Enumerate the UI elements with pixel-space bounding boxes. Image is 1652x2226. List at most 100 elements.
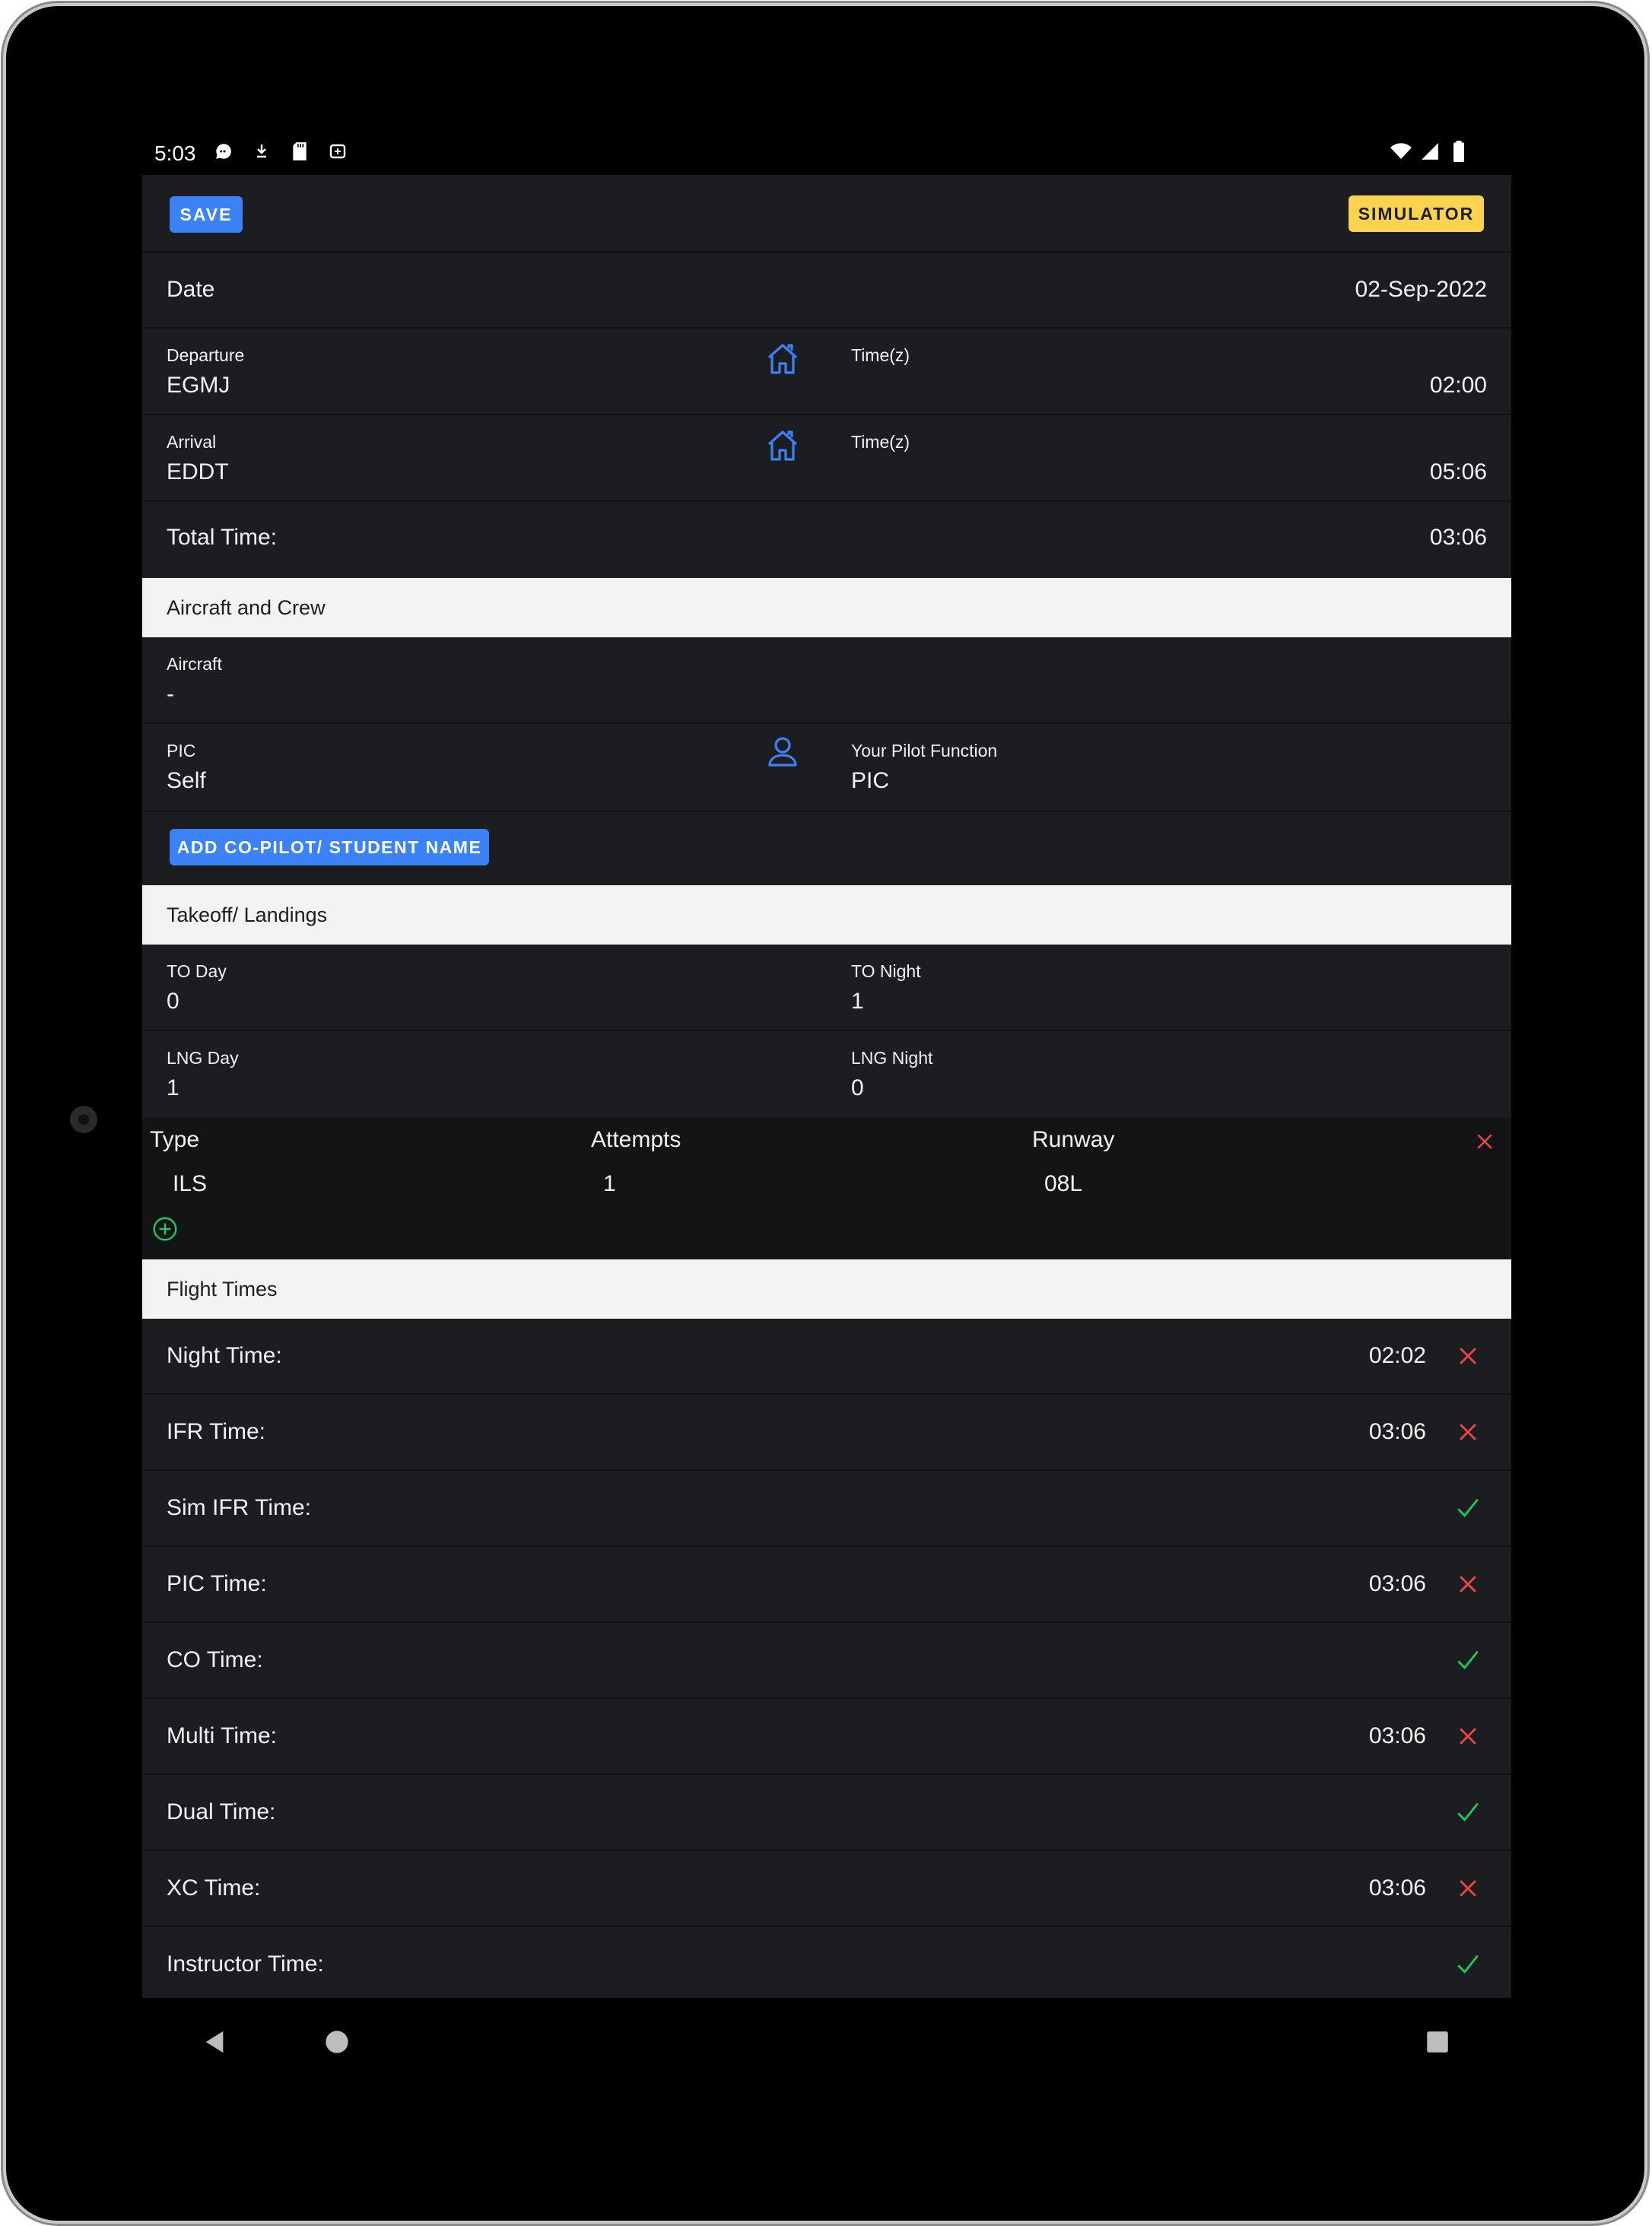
clear-multi-time-icon[interactable] [1455,1723,1481,1749]
aircraft-row[interactable]: Aircraft - [142,637,1511,724]
clear-xc-time-icon[interactable] [1455,1875,1481,1901]
aircraft-label: Aircraft [167,654,222,674]
toolbar: SAVE SIMULATOR [142,175,1511,252]
flight-time-row: CO Time: [142,1623,1511,1699]
to-night-value[interactable]: 1 [851,989,864,1015]
home-icon[interactable] [764,341,801,381]
arrival-time-label: Time(z) [851,432,910,452]
to-night-label: TO Night [851,961,921,981]
departure-value[interactable]: EGMJ [167,373,230,399]
clear-night-time-icon[interactable] [1455,1343,1481,1369]
apply-co-time-icon[interactable] [1455,1647,1481,1673]
approach-runway-header: Runway [1032,1127,1115,1152]
simulator-button[interactable]: SIMULATOR [1349,195,1484,232]
pic-time-label: PIC Time: [167,1571,267,1596]
arrival-label: Arrival [167,432,217,452]
to-day-value[interactable]: 0 [167,989,179,1015]
total-time-row: Total Time: 03:06 [142,502,1511,578]
status-icons [212,140,349,163]
multi-time-value[interactable]: 03:06 [1369,1723,1426,1749]
section-aircraft-crew: Aircraft and Crew [142,578,1511,637]
date-label: Date [167,277,215,302]
notification-icon [326,140,349,163]
apply-dual-time-icon[interactable] [1455,1799,1481,1825]
co-time-label: CO Time: [167,1647,263,1672]
total-time-label: Total Time: [167,525,278,550]
add-copilot-button[interactable]: ADD CO-PILOT/ STUDENT NAME [170,829,489,865]
signal-icon [1418,140,1441,163]
departure-label: Departure [167,345,245,365]
recents-icon[interactable] [1426,2031,1449,2057]
pic-label: PIC [167,741,196,761]
person-icon[interactable] [764,733,801,773]
takeoff-row: TO Day 0 TO Night 1 [142,945,1511,1031]
add-copilot-row: ADD CO-PILOT/ STUDENT NAME [142,811,1511,885]
clear-pic-time-icon[interactable] [1455,1571,1481,1597]
home-icon[interactable] [764,427,801,468]
remove-approach-icon[interactable] [1473,1130,1496,1157]
flight-time-row: Dual Time: [142,1775,1511,1851]
navigation-bar [142,1998,1511,2089]
apply-instructor-time-icon[interactable] [1455,1951,1481,1977]
approach-runway-value[interactable]: 08L [1044,1171,1082,1197]
back-icon[interactable] [202,2028,227,2059]
xc-time-value[interactable]: 03:06 [1369,1875,1426,1901]
flight-time-row: XC Time: 03:06 [142,1851,1511,1927]
to-day-label: TO Day [167,961,227,981]
arrival-row: Arrival EDDT Time(z) 05:06 [142,415,1511,502]
flight-entry-form: SAVE SIMULATOR Date 02-Sep-2022 Departur… [142,175,1511,1998]
arrival-time-value[interactable]: 05:06 [1430,459,1487,485]
flight-time-row: IFR Time: 03:06 [142,1395,1511,1471]
aircraft-value[interactable]: - [167,681,174,707]
pic-time-value[interactable]: 03:06 [1369,1571,1426,1597]
departure-time-value[interactable]: 02:00 [1430,373,1487,399]
status-bar: 5:03 [142,129,1511,175]
chat-icon [212,140,235,163]
add-approach-icon[interactable] [151,1215,179,1246]
instructor-time-label: Instructor Time: [167,1951,324,1977]
sim-ifr-time-label: Sim IFR Time: [167,1495,312,1520]
pilot-function-label: Your Pilot Function [851,741,998,761]
pic-row: PIC Self Your Pilot Function PIC [142,724,1511,811]
lng-day-label: LNG Day [167,1048,239,1068]
approach-type-value[interactable]: ILS [173,1171,207,1197]
flight-time-row: Night Time: 02:02 [142,1319,1511,1395]
flight-time-row: Instructor Time: [142,1927,1511,1998]
flight-time-row: PIC Time: 03:06 [142,1547,1511,1623]
screen: 5:03 SAVE SIMULATOR Date 02-Sep-2022 Dep… [142,129,1511,1998]
flight-time-row: Multi Time: 03:06 [142,1699,1511,1775]
arrival-value[interactable]: EDDT [167,459,229,485]
dual-time-label: Dual Time: [167,1799,276,1824]
battery-icon [1447,140,1470,163]
lng-night-label: LNG Night [851,1048,933,1068]
pic-value[interactable]: Self [167,768,206,794]
status-right [1390,140,1470,163]
approach-attempts-header: Attempts [591,1127,681,1152]
home-nav-icon[interactable] [325,2030,349,2058]
total-time-value: 03:06 [1429,525,1487,550]
departure-time-label: Time(z) [851,345,910,365]
flight-time-row: Sim IFR Time: [142,1471,1511,1547]
night-time-value[interactable]: 02:02 [1369,1343,1426,1369]
approach-type-header: Type [150,1127,200,1152]
approaches-block: Type Attempts Runway ILS 1 08L [142,1118,1511,1259]
approach-attempts-value[interactable]: 1 [603,1171,616,1197]
wifi-icon [1390,140,1412,163]
clear-ifr-time-icon[interactable] [1455,1419,1481,1445]
ifr-time-value[interactable]: 03:06 [1369,1419,1426,1445]
pilot-function-value[interactable]: PIC [851,768,889,794]
lng-day-value[interactable]: 1 [167,1075,179,1101]
date-value[interactable]: 02-Sep-2022 [1355,277,1487,303]
section-takeoff-landings: Takeoff/ Landings [142,885,1511,945]
lng-night-value[interactable]: 0 [851,1075,864,1101]
ifr-time-label: IFR Time: [167,1419,266,1444]
date-row[interactable]: Date 02-Sep-2022 [142,252,1511,329]
sd-card-icon [288,140,311,163]
night-time-label: Night Time: [167,1343,282,1368]
landing-row: LNG Day 1 LNG Night 0 [142,1031,1511,1118]
departure-row: Departure EGMJ Time(z) 02:00 [142,329,1511,415]
section-flight-times: Flight Times [142,1259,1511,1319]
multi-time-label: Multi Time: [167,1723,278,1748]
save-button[interactable]: SAVE [170,196,243,233]
apply-sim-ifr-time-icon[interactable] [1455,1495,1481,1521]
